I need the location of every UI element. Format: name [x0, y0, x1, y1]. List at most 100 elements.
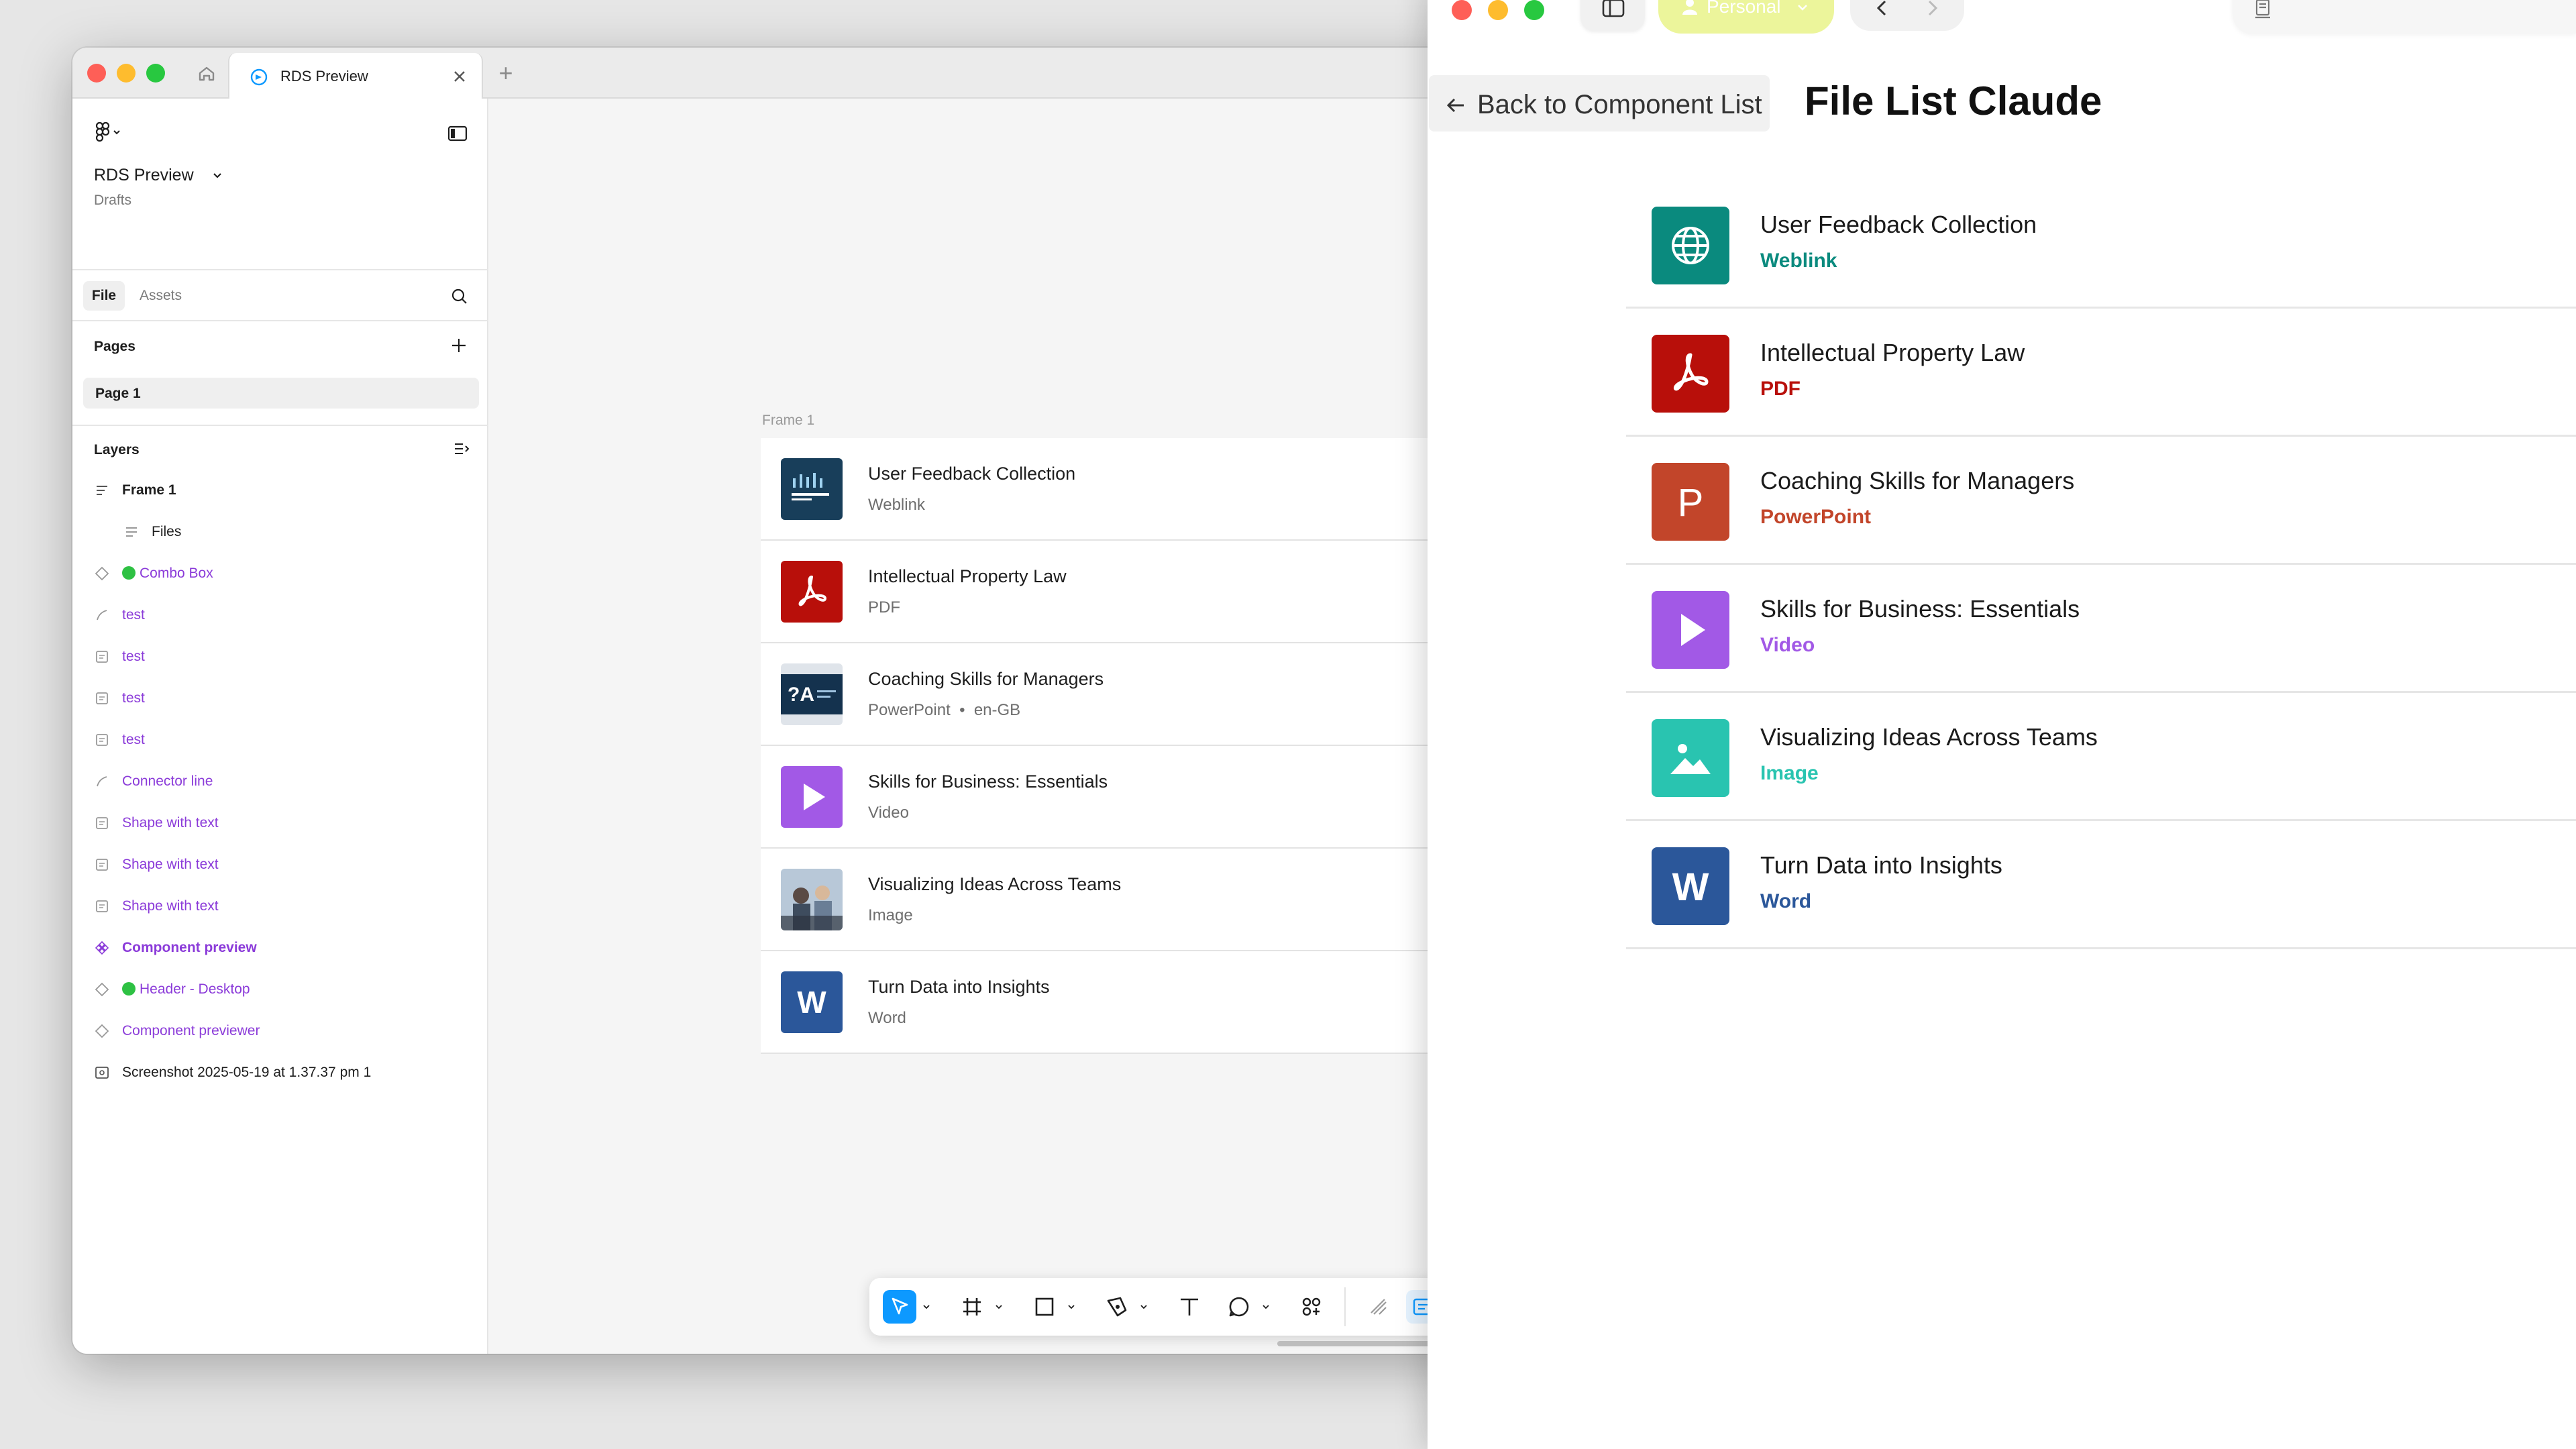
file-title: Skills for Business: Essentials: [1760, 595, 2080, 623]
frame-label[interactable]: Frame 1: [762, 413, 814, 429]
line-icon: [97, 776, 107, 787]
file-type: Video: [868, 804, 909, 822]
word-thumbnail: W: [781, 971, 843, 1033]
file-type: PowerPoint • en-GB: [868, 701, 1021, 719]
close-tab-icon[interactable]: [451, 68, 468, 85]
rectangle-tool-button[interactable]: [1028, 1290, 1061, 1324]
collapse-layers-icon[interactable]: [452, 439, 471, 458]
shape-text-icon: [96, 734, 108, 746]
search-icon[interactable]: [449, 286, 470, 307]
address-bar[interactable]: [2233, 0, 2576, 34]
profile-button[interactable]: Personal: [1658, 0, 1834, 34]
move-tool-button[interactable]: [883, 1290, 916, 1324]
file-list-item[interactable]: P Coaching Skills for Managers PowerPoin…: [1626, 437, 2576, 565]
video-thumbnail: [781, 766, 843, 828]
pen-icon: [1107, 1297, 1127, 1317]
word-icon: W: [1652, 847, 1729, 925]
file-list-item[interactable]: Skills for Business: Essentials Video: [1626, 566, 2576, 693]
reader-icon[interactable]: [2251, 0, 2274, 20]
zoom-window-button[interactable]: [1524, 0, 1544, 20]
chevron-down-icon[interactable]: [1261, 1302, 1271, 1311]
chevron-down-icon[interactable]: [211, 168, 224, 182]
weblink-thumbnail: [781, 458, 843, 520]
project-name[interactable]: RDS Preview: [94, 166, 194, 185]
toolbar-divider: [1344, 1287, 1346, 1326]
back-to-component-list-button[interactable]: Back to Component List: [1429, 75, 1770, 131]
instance-icon: [95, 566, 109, 581]
file-title: Skills for Business: Essentials: [868, 771, 1108, 792]
svg-text:W: W: [797, 985, 826, 1020]
chevron-down-icon[interactable]: [1067, 1302, 1076, 1311]
forward-arrow-icon[interactable]: [1920, 0, 1944, 20]
file-type: Weblink: [1760, 250, 1837, 272]
divider: [72, 269, 488, 270]
text-icon: [1181, 1298, 1198, 1316]
browser-window: Personal Back to Component List File Lis…: [1428, 0, 2576, 1449]
instance-icon: [95, 982, 109, 997]
file-list-item[interactable]: Intellectual Property Law PDF: [1626, 309, 2576, 437]
pdf-thumbnail: [781, 561, 843, 623]
pen-tool-button[interactable]: [1100, 1290, 1134, 1324]
text-tool-button[interactable]: [1173, 1290, 1206, 1324]
new-tab-button[interactable]: +: [492, 60, 519, 87]
file-type: PDF: [868, 598, 900, 616]
draw-mode-button[interactable]: [1362, 1290, 1395, 1324]
instance-icon: [95, 1024, 109, 1038]
file-title: Intellectual Property Law: [1760, 339, 2025, 366]
add-page-icon[interactable]: [448, 335, 470, 356]
zoom-window-button[interactable]: [146, 64, 165, 83]
file-title: Intellectual Property Law: [868, 566, 1067, 586]
file-list-item[interactable]: W Turn Data into Insights Word: [1626, 822, 2576, 949]
close-window-button[interactable]: [87, 64, 106, 83]
apps-icon: [1302, 1297, 1321, 1316]
file-type: Word: [1760, 890, 1812, 912]
page-title: File List Claude: [1805, 78, 2102, 123]
toggle-panel-icon[interactable]: [447, 124, 468, 143]
divider: [72, 320, 488, 321]
home-icon[interactable]: [188, 60, 225, 87]
file-title: Visualizing Ideas Across Teams: [1760, 723, 2098, 751]
file-list-item[interactable]: User Feedback Collection Weblink: [1626, 181, 2576, 309]
page-item-page-1[interactable]: Page 1: [83, 378, 479, 409]
powerpoint-icon: P: [1652, 463, 1729, 541]
file-title: Visualizing Ideas Across Teams: [868, 874, 1122, 894]
figma-menu-icon[interactable]: [94, 119, 134, 146]
tab-assets[interactable]: Assets: [140, 281, 182, 311]
file-type: PowerPoint: [1760, 506, 1872, 528]
chevron-down-icon[interactable]: [922, 1302, 931, 1311]
chevron-down-icon[interactable]: [1139, 1302, 1148, 1311]
tab-title: RDS Preview: [280, 68, 368, 85]
actions-tool-button[interactable]: [1295, 1290, 1328, 1324]
figma-window: RDS Preview + RDS Preview Drafts File As…: [72, 48, 1548, 1354]
file-language: en-GB: [973, 701, 1021, 719]
close-window-button[interactable]: [1452, 0, 1472, 20]
image-icon: [95, 1067, 109, 1079]
minimize-window-button[interactable]: [1488, 0, 1508, 20]
tab-file[interactable]: File: [83, 281, 125, 311]
frame-tool-button[interactable]: [955, 1290, 989, 1324]
file-type: PDF: [1760, 378, 1801, 400]
play-icon: [804, 784, 825, 810]
layers-sidebar: RDS Preview Drafts File Assets Pages Pag…: [72, 99, 488, 1354]
tab-rds-preview[interactable]: RDS Preview: [228, 53, 483, 99]
shape-text-icon: [96, 817, 108, 829]
figma-tab-bar: RDS Preview +: [72, 48, 1548, 99]
sidebar-toggle-button[interactable]: [1580, 0, 1645, 31]
acrobat-icon: [798, 576, 826, 606]
browser-toolbar: Personal: [1428, 0, 2576, 54]
page-label: Page 1: [95, 386, 141, 401]
comment-tool-button[interactable]: [1222, 1290, 1256, 1324]
sidebar-icon: [1602, 0, 1625, 17]
file-type: Video: [1760, 634, 1815, 656]
frame-icon: [97, 486, 107, 495]
file-list-item[interactable]: Visualizing Ideas Across Teams Image: [1626, 694, 2576, 821]
comment-icon: [1229, 1297, 1249, 1317]
layers-heading: Layers: [94, 442, 140, 458]
chevron-down-icon[interactable]: [994, 1302, 1004, 1311]
back-arrow-icon[interactable]: [1870, 0, 1894, 20]
design-file-icon: [250, 68, 268, 86]
pages-heading: Pages: [94, 339, 136, 354]
minimize-window-button[interactable]: [117, 64, 136, 83]
navigation-controls: [1850, 0, 1964, 31]
image-icon: [1652, 719, 1729, 797]
